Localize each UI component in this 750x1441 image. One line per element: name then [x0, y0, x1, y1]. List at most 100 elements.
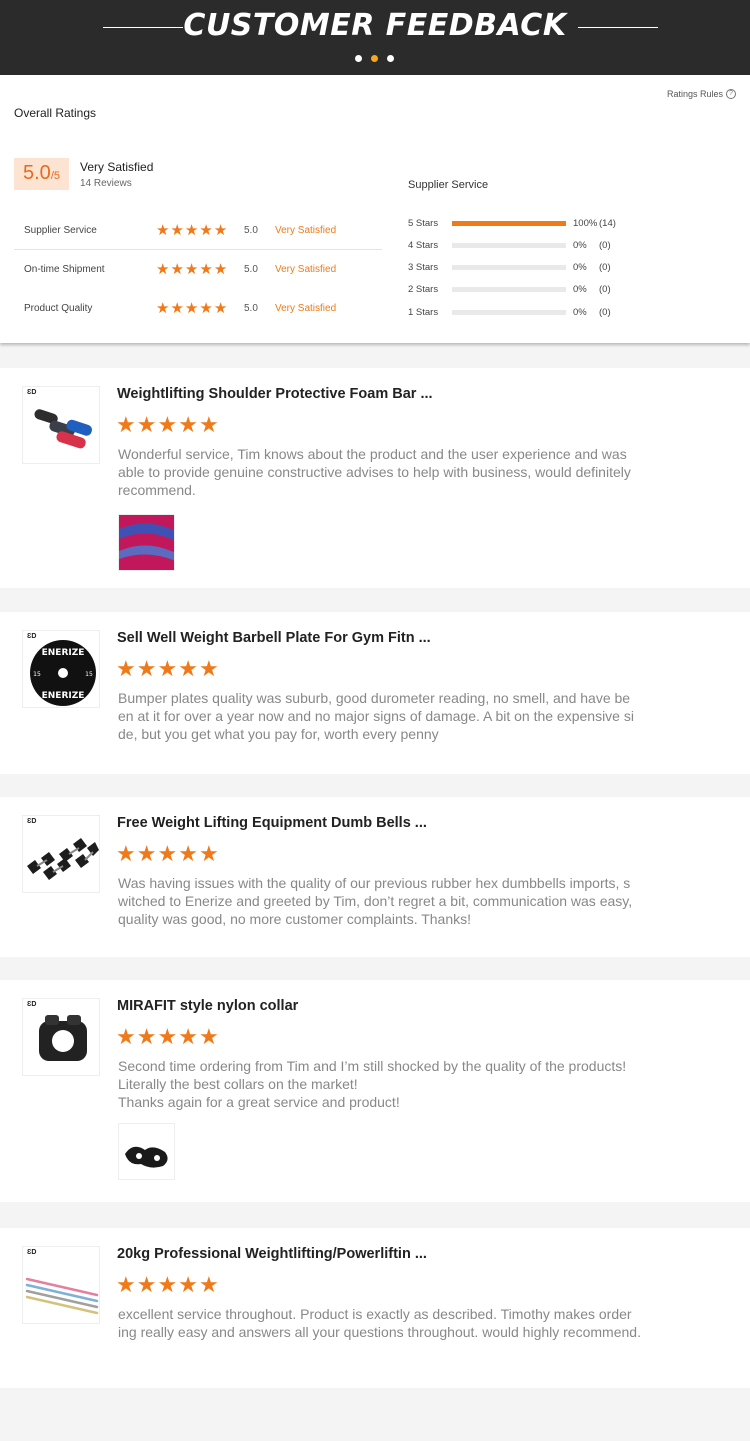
star-icon: ★ [199, 300, 213, 317]
star-icon: ★ [157, 1024, 178, 1049]
star-icon: ★ [178, 841, 198, 866]
review-stars: ★ ★ ★ ★ ★ [116, 843, 219, 865]
distribution-bar [452, 264, 566, 270]
star-rating: ★ ★ ★ ★ ★ [156, 223, 244, 238]
star-icon: ★ [184, 300, 199, 317]
rating-row-on-time-shipment: On-time Shipment ★ ★ ★ ★ ★ 5.0 Very Satisfie… [14, 250, 382, 289]
star-icon: ★ [213, 300, 228, 317]
star-icon: ★ [170, 261, 184, 278]
distribution-row: 5 Stars 100% (14) [408, 216, 648, 230]
brand-logo-icon: ƐD [27, 1249, 37, 1256]
plate-weight-text: 15 [33, 671, 41, 678]
star-icon: ★ [199, 261, 213, 278]
rating-label: Very Satisfied [275, 224, 337, 236]
rating-value: 5.0 [244, 264, 258, 275]
star-icon: ★ [199, 221, 213, 239]
distribution-count: (0) [599, 283, 611, 295]
star-icon: ★ [198, 841, 219, 866]
star-icon: ★ [198, 1272, 219, 1297]
review-photo[interactable] [118, 514, 175, 571]
review-product-title[interactable]: 20kg Professional Weightlifting/Powerlif… [117, 1246, 427, 1262]
review-product-title[interactable]: Sell Well Weight Barbell Plate For Gym F… [117, 630, 431, 646]
distribution-row: 4 Stars 0% (0) [408, 238, 648, 252]
carousel-dot-active[interactable] [371, 55, 378, 62]
rating-value: 5.0 [244, 303, 258, 314]
score-value: 5.0 [23, 162, 51, 184]
star-icon: ★ [170, 300, 184, 317]
distribution-percent: 0% [573, 239, 587, 251]
review-stars: ★ ★ ★ ★ ★ [116, 414, 219, 436]
distribution-percent: 0% [573, 261, 587, 273]
star-icon: ★ [170, 221, 184, 239]
distribution-bar [452, 286, 566, 292]
header-banner: CUSTOMER FEEDBACK [0, 0, 750, 75]
star-icon: ★ [178, 412, 198, 437]
product-thumbnail[interactable]: ƐD [22, 386, 100, 464]
ratings-summary: Overall Ratings Ratings Rules ? 5.0 /5 V… [0, 75, 750, 343]
review-text: Wonderful service, Tim knows about the p… [118, 446, 631, 498]
star-icon: ★ [116, 841, 136, 866]
star-icon: ★ [178, 1272, 198, 1297]
overall-score: 5.0 /5 [14, 158, 69, 190]
star-icon: ★ [157, 656, 178, 681]
product-thumbnail[interactable]: ƐD [22, 998, 100, 1076]
bumper-plate-icon: ENERIZE ENERIZE 15 15 [30, 640, 96, 706]
star-icon: ★ [116, 1024, 136, 1049]
distribution-bar-fill [452, 220, 566, 226]
review-stars: ★ ★ ★ ★ ★ [116, 658, 219, 680]
ratings-rules-label[interactable]: Ratings Rules [667, 89, 723, 99]
review-product-title[interactable]: Weightlifting Shoulder Protective Foam B… [117, 386, 433, 402]
distribution-label: 3 Stars [408, 261, 439, 273]
help-icon[interactable]: ? [726, 89, 736, 99]
distribution-row: 2 Stars 0% (0) [408, 282, 648, 296]
reviews-count: 14 Reviews [80, 178, 132, 189]
star-icon: ★ [213, 261, 228, 278]
review-text: Second time ordering from Tim and I’m st… [118, 1058, 627, 1110]
carousel-dot[interactable] [355, 55, 362, 62]
distribution-bar [452, 309, 566, 315]
star-icon: ★ [156, 300, 170, 317]
plate-weight-text: 15 [85, 671, 93, 678]
review-card: ƐD Free Weight Lifting Equipment Dumb Be… [0, 797, 750, 957]
distribution-percent: 0% [573, 306, 587, 318]
star-icon: ★ [156, 221, 170, 239]
review-card: ƐD ENERIZE ENERIZE 15 15 Sell Well Weigh… [0, 612, 750, 774]
rating-row-product-quality: Product Quality ★ ★ ★ ★ ★ 5.0 Very Satisfied [14, 289, 382, 328]
star-icon: ★ [198, 1024, 219, 1049]
rating-category: Product Quality [24, 303, 93, 314]
star-icon: ★ [198, 412, 219, 437]
review-card: ƐD Weightlifting Shoulder Protective Foa… [0, 368, 750, 588]
star-icon: ★ [184, 221, 199, 239]
distribution-title: Supplier Service [408, 179, 489, 191]
distribution-label: 1 Stars [408, 306, 439, 318]
star-icon: ★ [116, 1272, 136, 1297]
product-thumbnail[interactable]: ƐD ENERIZE ENERIZE 15 15 [22, 630, 100, 708]
star-icon: ★ [157, 412, 178, 437]
review-photo[interactable] [118, 1123, 175, 1180]
review-product-title[interactable]: MIRAFIT style nylon collar [117, 998, 298, 1014]
distribution-percent: 100% [573, 217, 598, 229]
distribution-label: 2 Stars [408, 283, 439, 295]
foam-pads-icon [34, 409, 92, 449]
star-icon: ★ [184, 261, 199, 278]
star-icon: ★ [156, 261, 170, 278]
product-thumbnail[interactable]: ƐD [22, 1246, 100, 1324]
review-text: excellent service throughout. Product is… [118, 1306, 641, 1340]
review-product-title[interactable]: Free Weight Lifting Equipment Dumb Bells… [117, 815, 427, 831]
star-icon: ★ [136, 841, 157, 866]
star-icon: ★ [116, 656, 136, 681]
review-text: Bumper plates quality was suburb, good d… [118, 690, 634, 742]
star-icon: ★ [136, 412, 157, 437]
barbell-icon [25, 1277, 99, 1315]
distribution-count: (0) [599, 261, 611, 273]
distribution-label: 5 Stars [408, 217, 439, 229]
carousel-dot[interactable] [387, 55, 394, 62]
brand-logo-icon: ƐD [27, 633, 37, 640]
ratings-rules-link[interactable]: Ratings Rules ? [667, 89, 736, 99]
distribution-bar [452, 242, 566, 248]
distribution-count: (14) [599, 217, 616, 229]
product-thumbnail[interactable]: ƐD [22, 815, 100, 893]
distribution-row: 1 Stars 0% (0) [408, 305, 648, 319]
distribution-count: (0) [599, 239, 611, 251]
star-icon: ★ [213, 221, 228, 239]
